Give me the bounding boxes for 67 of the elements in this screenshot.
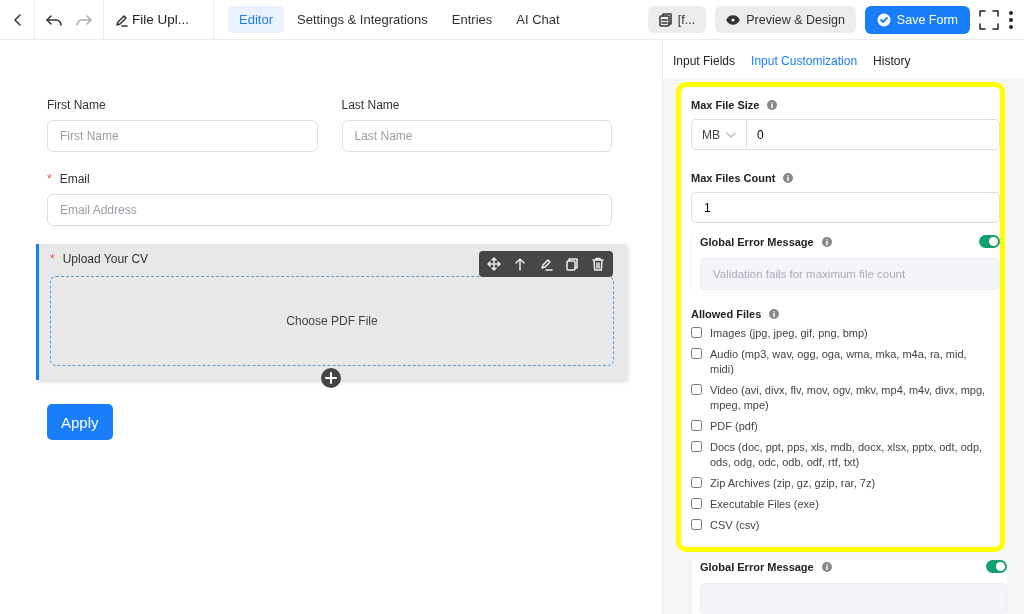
move-icon[interactable] [487, 257, 501, 271]
input-field[interactable]: 0 [747, 120, 999, 149]
toggle-switch[interactable] [986, 560, 1007, 573]
field-label: Upload Your CV [62, 252, 149, 266]
apply-button[interactable]: Apply [47, 404, 113, 440]
form-title[interactable]: File Upl... [132, 12, 189, 27]
input-field[interactable]: 1 [691, 192, 1000, 223]
setting-label: Global Error Message [700, 235, 814, 248]
checkbox[interactable] [691, 519, 702, 530]
nav-tab[interactable]: AI Chat [505, 6, 571, 33]
setting-label: Allowed Files [691, 308, 762, 320]
info-icon [783, 173, 794, 183]
checkbox[interactable] [691, 327, 702, 338]
add-field-icon[interactable] [321, 368, 341, 388]
panel-tab[interactable]: Input Fields [673, 54, 736, 68]
arrow-up-icon[interactable] [513, 257, 527, 271]
fullscreen-icon[interactable] [979, 9, 999, 30]
checkbox[interactable] [691, 441, 702, 452]
unit-value: MB [702, 127, 720, 142]
option-label: Docs (doc, ppt, pps, xls, mdb, docx, xlsx, pptx, odt, odp, ods, odg, odc, odb, odf, rtf, txt) [710, 440, 984, 470]
option-label: PDF (pdf) [710, 419, 758, 434]
field-label: Last Name [341, 98, 400, 112]
nav-tab[interactable]: Entries [440, 6, 504, 33]
option-label: Images (jpg, jpeg, gif, png, bmp) [710, 326, 868, 341]
required-mark: * [47, 172, 52, 186]
chevron-down-icon [726, 131, 736, 138]
checkbox[interactable] [691, 498, 702, 509]
unit-dropdown[interactable]: MB [692, 120, 747, 149]
setting-label: Max Files Count [691, 172, 776, 184]
option-label: Zip Archives (zip, gz, gzip, rar, 7z) [710, 476, 876, 491]
copy-icon[interactable] [565, 257, 579, 271]
field-label: Email [59, 172, 90, 186]
checkbox[interactable] [691, 348, 702, 359]
trash-icon[interactable] [591, 257, 605, 271]
input-field[interactable]: Validation fails for maximum file count [700, 258, 1000, 290]
info-icon [767, 100, 778, 110]
checkbox[interactable] [691, 477, 702, 488]
upload-button[interactable]: Choose PDF File [50, 276, 614, 366]
nav-tab[interactable]: Settings & Integrations [286, 6, 439, 33]
input-field[interactable]: First Name [47, 120, 318, 152]
panel-tab[interactable]: Input Customization [751, 54, 858, 68]
file-size-field[interactable]: MB 0 [691, 119, 1000, 150]
save-button[interactable]: Save Form [864, 5, 970, 34]
copy-icon [658, 12, 672, 27]
option-label: CSV (csv) [710, 518, 760, 533]
input-field[interactable]: Last Name [341, 120, 612, 152]
pencil-icon[interactable] [539, 257, 553, 271]
option-label: Video (avi, divx, flv, mov, ogv, mkv, mp4, m4v, divx, mpg, mpeg, mpe) [710, 383, 986, 413]
info-icon [821, 236, 832, 247]
pencil-icon [114, 12, 128, 27]
shortcode-button[interactable]: [f... [647, 6, 707, 33]
preview-button[interactable]: Preview & Design [715, 6, 856, 33]
option-label: Executable Files (exe) [710, 497, 819, 512]
field-label: First Name [47, 98, 106, 112]
checkbox[interactable] [691, 384, 702, 395]
input-field[interactable]: Email Address [47, 194, 612, 226]
more-icon[interactable] [1008, 9, 1014, 30]
required-mark: * [50, 252, 55, 266]
info-icon [769, 309, 780, 319]
option-label: Audio (mp3, wav, ogg, oga, wma, mka, m4a, ra, mid, midi) [710, 347, 968, 377]
checkbox[interactable] [691, 420, 702, 431]
toggle-switch[interactable] [979, 235, 1000, 248]
eye-icon [726, 13, 741, 26]
setting-label: Max File Size [691, 99, 760, 111]
check-circle-icon [876, 12, 891, 27]
setting-label: Global Error Message [700, 560, 814, 573]
panel-tab[interactable]: History [873, 54, 911, 68]
